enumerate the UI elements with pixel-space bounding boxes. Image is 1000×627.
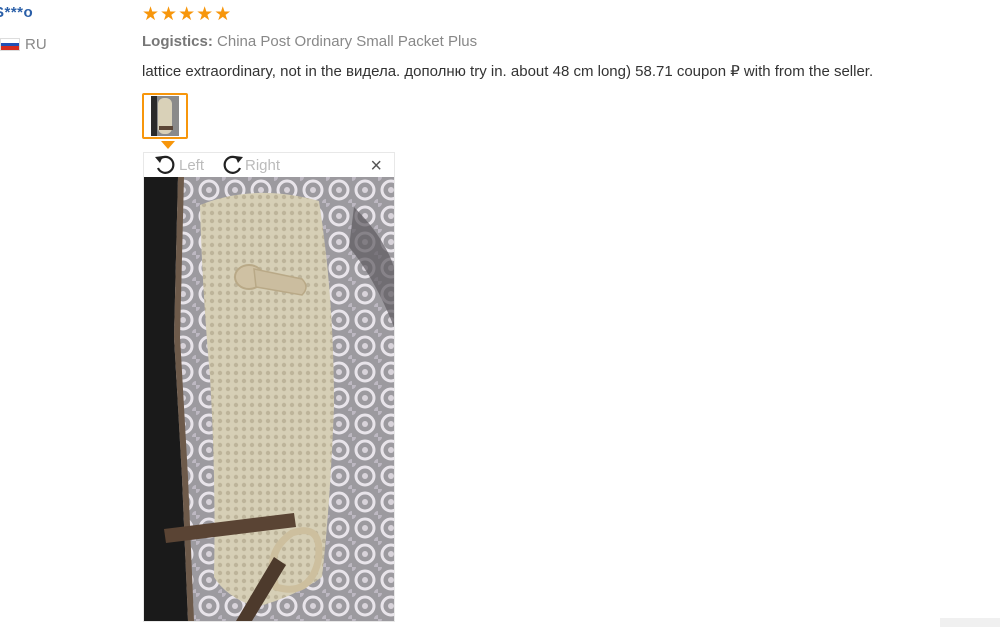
buyer-info: S***o <box>0 4 33 22</box>
review-photo-thumbnail[interactable] <box>142 93 188 139</box>
close-icon[interactable]: × <box>370 156 382 176</box>
thumbnail-pointer <box>161 141 175 149</box>
rotate-right-icon <box>223 155 243 174</box>
star-icon: ★ <box>196 4 214 25</box>
review-text: lattice extraordinary, not in the видела… <box>142 63 874 80</box>
country-code: RU <box>25 36 47 53</box>
photo-viewer: Left Right × <box>143 152 395 622</box>
logistics-value: China Post Ordinary Small Packet Plus <box>217 33 478 50</box>
star-icon: ★ <box>214 4 232 25</box>
photo-viewer-toolbar: Left Right × <box>144 153 394 177</box>
star-icon: ★ <box>178 4 196 25</box>
buyer-name[interactable]: S***o <box>0 4 33 21</box>
star-icon: ★ <box>160 4 178 25</box>
thumbnail-image <box>151 96 179 136</box>
rotate-right-button[interactable]: Right <box>220 154 280 176</box>
page-edge-shadow <box>940 618 1000 627</box>
rotate-left-label: Left <box>179 156 205 174</box>
review-photo-image <box>144 177 394 621</box>
russia-flag-icon <box>0 38 20 51</box>
star-rating: ★ ★ ★ ★ ★ <box>142 5 231 25</box>
rotate-left-icon <box>155 155 175 174</box>
logistics-info: Logistics: China Post Ordinary Small Pac… <box>142 33 477 50</box>
star-icon: ★ <box>142 4 160 25</box>
rotate-right-label: Right <box>245 156 281 174</box>
buyer-country: RU <box>0 36 47 53</box>
rotate-left-button[interactable]: Left <box>154 154 204 176</box>
logistics-label: Logistics: <box>142 33 213 50</box>
